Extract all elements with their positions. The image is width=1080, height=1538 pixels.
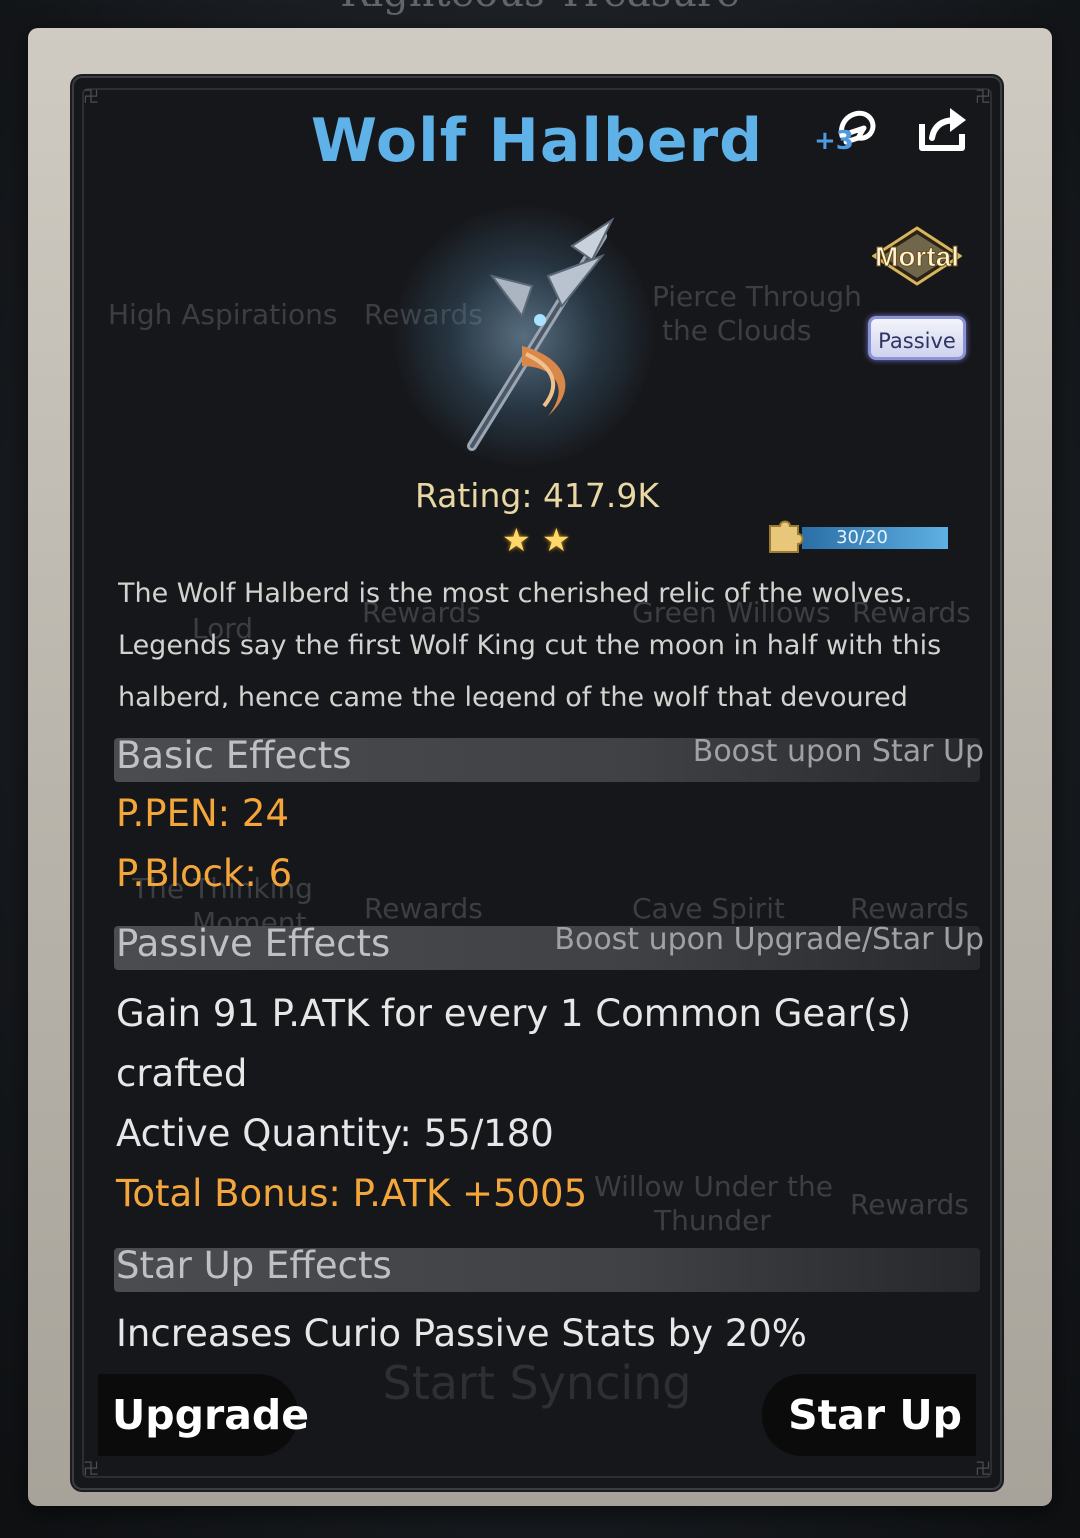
star-icon: ★: [502, 521, 531, 559]
ghost-text: Rewards: [364, 892, 483, 925]
ghost-text: Rewards: [850, 892, 969, 925]
fragment-count: 30/20: [836, 527, 888, 548]
section-title: Basic Effects: [116, 734, 352, 777]
ghost-text: Thunder: [654, 1204, 771, 1237]
rarity-badge-label: Mortal: [875, 241, 959, 272]
section-title: Star Up Effects: [116, 1244, 392, 1287]
ghost-text: the Clouds: [662, 314, 812, 347]
rarity-badge: Mortal: [872, 226, 962, 286]
corner-ornament-icon: 卍: [82, 1459, 99, 1478]
item-rating: Rating: 417.9K: [414, 476, 660, 515]
upgrade-level-button[interactable]: +3: [814, 98, 886, 160]
background-title: Righteous Treasure: [290, 0, 790, 20]
puzzle-piece-icon: [769, 520, 804, 553]
total-bonus: Total Bonus: P.ATK +5005: [116, 1172, 588, 1215]
ghost-text: Pierce Through: [652, 280, 862, 313]
corner-ornament-icon: 卍: [974, 1459, 991, 1478]
passive-effect-text: Gain 91 P.ATK for every 1 Common Gear(s): [116, 992, 912, 1035]
upgrade-button[interactable]: Upgrade: [98, 1374, 309, 1456]
stat-line: P.Block: 6: [116, 852, 293, 895]
fragment-progress: 30/20: [769, 516, 952, 556]
star-icon: ★: [542, 521, 571, 559]
passive-effect-text: crafted: [116, 1052, 248, 1095]
share-button[interactable]: [912, 98, 974, 160]
star-rating: ★ ★: [500, 521, 580, 559]
item-description: The Wolf Halberd is the most cherished r…: [118, 578, 942, 708]
stat-line: P.PEN: 24: [116, 792, 289, 835]
section-subtitle: Boost upon Upgrade/Star Up: [554, 922, 984, 957]
share-icon: [919, 108, 966, 151]
ghost-text: Willow Under the: [594, 1170, 833, 1203]
star-up-effect-text: Increases Curio Passive Stats by 20%: [116, 1312, 807, 1355]
ghost-text: Rewards: [850, 1188, 969, 1221]
section-title: Passive Effects: [116, 922, 391, 965]
corner-ornament-icon: 卍: [974, 87, 991, 106]
star-up-button[interactable]: Star Up: [762, 1374, 976, 1456]
passive-badge: Passive: [868, 316, 966, 360]
item-detail-panel: 卍 卍 卍 卍 High Aspirations Rewards Pierce …: [72, 76, 1002, 1490]
ghost-text: High Aspirations: [108, 298, 338, 331]
upgrade-level-label: +3: [814, 126, 854, 156]
halberd-icon: [467, 217, 615, 451]
basic-effects-header: Basic Effects Boost upon Star Up: [114, 734, 984, 782]
ghost-text: Cave Spirit: [632, 892, 786, 925]
passive-effects-header: Passive Effects Boost upon Upgrade/Star …: [114, 922, 984, 970]
star-up-effects-header: Star Up Effects: [114, 1244, 980, 1292]
corner-ornament-icon: 卍: [82, 87, 99, 106]
section-subtitle: Boost upon Star Up: [692, 734, 984, 769]
active-quantity: Active Quantity: 55/180: [116, 1112, 554, 1155]
